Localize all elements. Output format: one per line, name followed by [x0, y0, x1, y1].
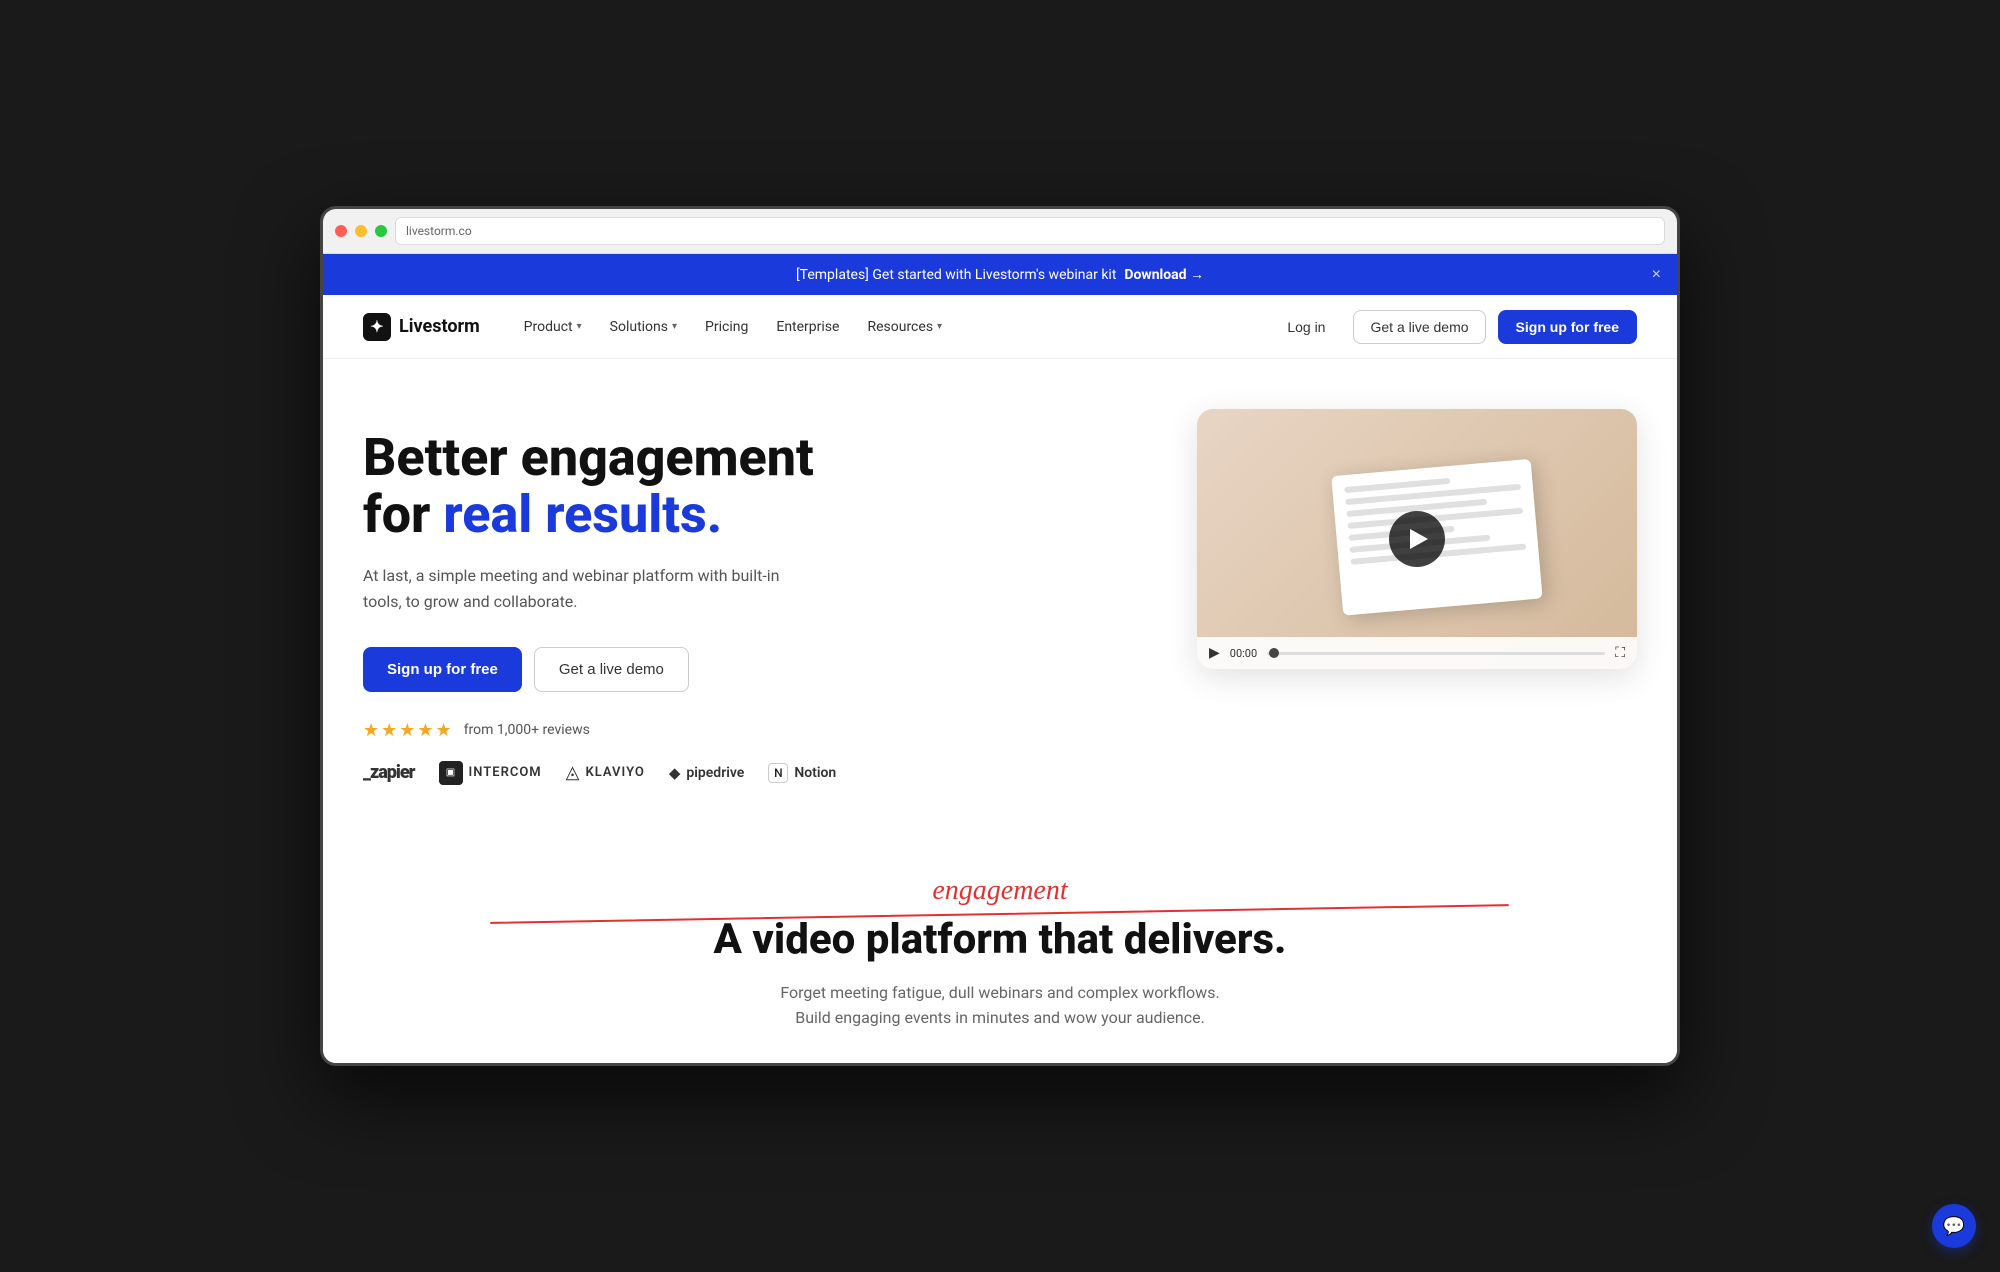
signup-button-nav[interactable]: Sign up for free — [1498, 310, 1637, 344]
hero-subtitle: At last, a simple meeting and webinar pl… — [363, 563, 783, 614]
section-tag-container: engagement — [363, 875, 1637, 915]
pipedrive-logo: ◆ pipedrive — [669, 764, 744, 782]
chat-widget[interactable]: 💬 — [1932, 1204, 1976, 1248]
section-subtitle: Forget meeting fatigue, dull webinars an… — [750, 980, 1250, 1031]
reviews-row: ★★★★★ from 1,000+ reviews — [363, 720, 1157, 741]
hero-buttons: Sign up for free Get a live demo — [363, 647, 1157, 692]
partner-logos: _zapier ▣ INTERCOM ◬ KLAVIYO ◆ pipedrive — [363, 761, 1157, 785]
engagement-section: engagement A video platform that deliver… — [323, 825, 1677, 1063]
zapier-logo: _zapier — [363, 762, 415, 783]
hero-content: Better engagement for real results. At l… — [363, 409, 1157, 785]
video-play-icon[interactable]: ▶ — [1209, 645, 1220, 661]
star-rating: ★★★★★ — [363, 720, 454, 741]
banner-close-button[interactable]: × — [1652, 266, 1661, 284]
hero-title: Better engagement for real results. — [363, 429, 1157, 543]
product-chevron-icon: ▾ — [577, 321, 582, 332]
intercom-logo: ▣ INTERCOM — [439, 761, 542, 785]
banner-text: [Templates] Get started with Livestorm's… — [796, 267, 1116, 283]
nav-product[interactable]: Product ▾ — [512, 311, 594, 343]
resources-chevron-icon: ▾ — [937, 321, 942, 332]
video-controls: ▶ 00:00 ⛶ — [1197, 637, 1637, 669]
logo[interactable]: ✦ Livestorm — [363, 313, 480, 341]
window-minimize-dot[interactable] — [355, 225, 367, 237]
promo-banner: [Templates] Get started with Livestorm's… — [323, 254, 1677, 295]
logo-icon: ✦ — [363, 313, 391, 341]
nav-resources[interactable]: Resources ▾ — [855, 311, 954, 343]
video-play-button[interactable] — [1389, 511, 1445, 567]
get-demo-button-nav[interactable]: Get a live demo — [1353, 310, 1485, 344]
demo-button-hero[interactable]: Get a live demo — [534, 647, 689, 692]
solutions-chevron-icon: ▾ — [672, 321, 677, 332]
video-progress-dot — [1269, 648, 1279, 658]
section-tag: engagement — [932, 875, 1067, 907]
login-button[interactable]: Log in — [1271, 311, 1341, 343]
nav-solutions[interactable]: Solutions ▾ — [598, 311, 689, 343]
nav-pricing[interactable]: Pricing — [693, 311, 760, 343]
video-progress-bar[interactable] — [1267, 652, 1605, 655]
video-timestamp: 00:00 — [1230, 647, 1257, 660]
hero-section: Better engagement for real results. At l… — [323, 359, 1677, 825]
signup-button-hero[interactable]: Sign up for free — [363, 647, 522, 692]
banner-download-link[interactable]: Download → — [1124, 266, 1204, 283]
hero-video[interactable]: ▶ 00:00 ⛶ — [1197, 409, 1637, 669]
notion-logo: N Notion — [768, 763, 836, 783]
play-icon — [1410, 529, 1428, 549]
nav-actions: Log in Get a live demo Sign up for free — [1271, 310, 1637, 344]
window-close-dot[interactable] — [335, 225, 347, 237]
klaviyo-logo: ◬ KLAVIYO — [566, 762, 645, 783]
nav-items: Product ▾ Solutions ▾ Pricing Enterprise… — [512, 311, 1272, 343]
main-nav: ✦ Livestorm Product ▾ Solutions ▾ Pricin… — [323, 295, 1677, 359]
reviews-count: from 1,000+ reviews — [464, 722, 590, 738]
url-bar[interactable]: livestorm.co — [395, 217, 1665, 245]
window-maximize-dot[interactable] — [375, 225, 387, 237]
nav-enterprise[interactable]: Enterprise — [764, 311, 851, 343]
chat-icon: 💬 — [1943, 1216, 1965, 1237]
video-fullscreen-icon[interactable]: ⛶ — [1615, 645, 1625, 661]
